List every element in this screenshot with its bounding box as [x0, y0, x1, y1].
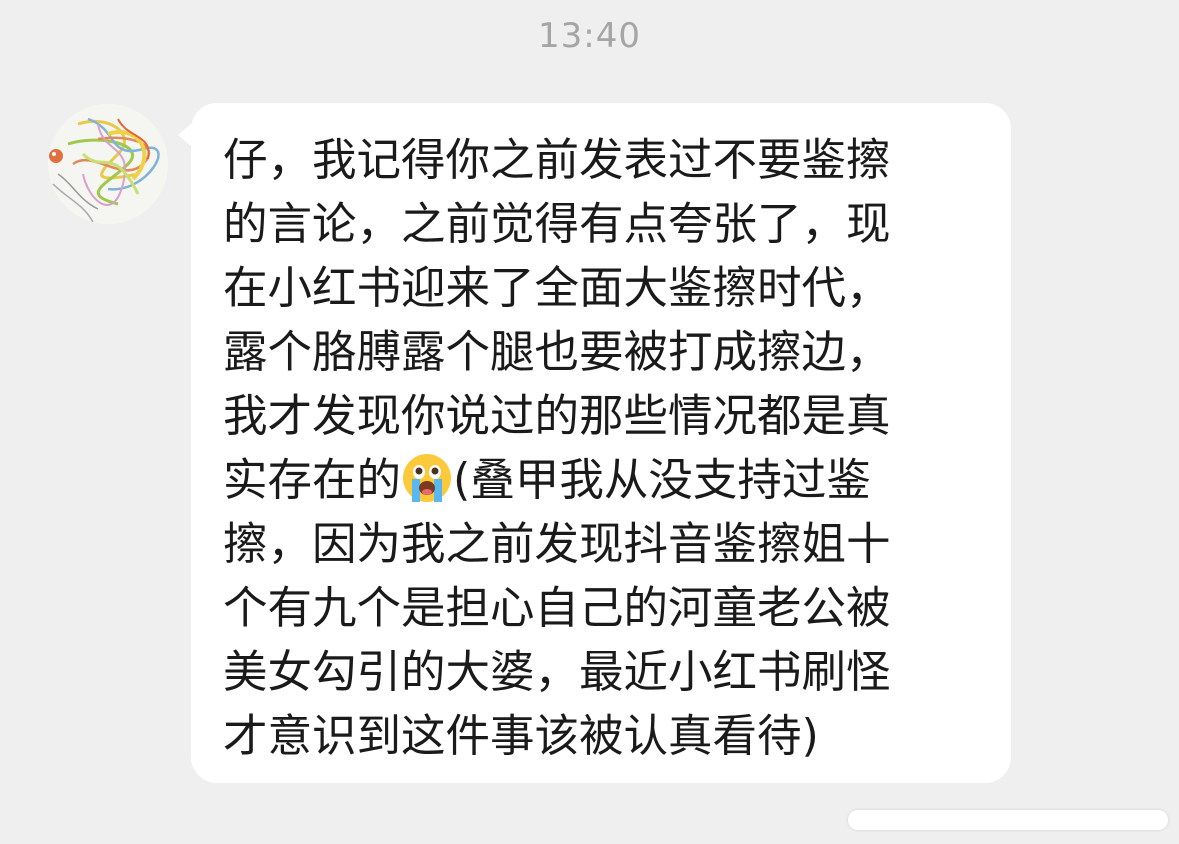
message-bubble[interactable]: 仔，我记得你之前发表过不要鉴擦 的言论，之前觉得有点夸张了，现 在小红书迎来了全… [178, 103, 1011, 783]
scribble-avatar-icon [48, 104, 168, 224]
scroll-indicator[interactable] [848, 810, 1168, 830]
message-timestamp: 13:40 [538, 16, 641, 56]
loudly-crying-face-icon [401, 452, 453, 504]
sender-avatar[interactable] [48, 104, 168, 224]
message-text: 仔，我记得你之前发表过不要鉴擦 的言论，之前觉得有点夸张了，现 在小红书迎来了全… [223, 129, 983, 769]
bubble-tail [178, 123, 192, 147]
message-text-part1: 仔，我记得你之前发表过不要鉴擦 的言论，之前觉得有点夸张了，现 在小红书迎来了全… [223, 135, 891, 506]
